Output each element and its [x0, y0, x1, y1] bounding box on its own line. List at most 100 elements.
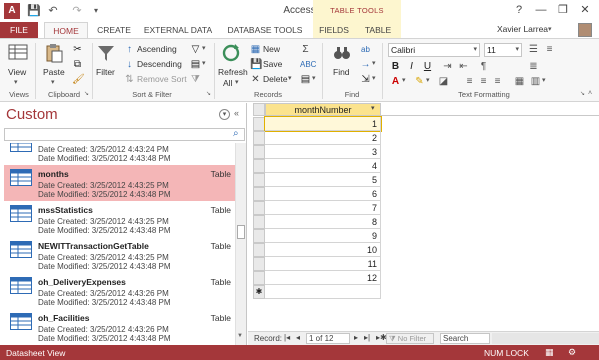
- bold-button[interactable]: B: [390, 61, 401, 72]
- minimize-button[interactable]: —: [530, 2, 552, 18]
- row-selector[interactable]: [253, 159, 265, 173]
- remove-sort-button[interactable]: Remove Sort: [137, 74, 187, 84]
- toggle-filter-icon[interactable]: ⧩: [190, 74, 201, 85]
- view-dropdown-icon[interactable]: ▾: [14, 78, 18, 86]
- user-dropdown-icon[interactable]: ▾: [548, 25, 552, 33]
- underline-button[interactable]: U: [422, 61, 433, 72]
- tab-table[interactable]: TABLE: [360, 22, 396, 38]
- more-icon[interactable]: ▤: [300, 74, 311, 85]
- list-item[interactable]: Date Created: 3/25/2012 4:43:24 PM Date …: [4, 143, 235, 165]
- refresh-label[interactable]: Refresh: [218, 67, 248, 77]
- paste-dropdown-icon[interactable]: ▾: [51, 78, 55, 86]
- new-row-cell[interactable]: [265, 285, 381, 299]
- last-record-icon[interactable]: ▸|: [364, 333, 370, 342]
- tab-home[interactable]: HOME: [44, 22, 88, 39]
- dialog-launcher-icon[interactable]: ↘: [206, 90, 211, 97]
- first-record-icon[interactable]: |◂: [284, 333, 290, 342]
- dialog-launcher-icon[interactable]: ↘: [84, 90, 89, 97]
- nav-menu-icon[interactable]: ▾: [219, 109, 230, 120]
- datasheet-view-icon[interactable]: ▦: [545, 347, 554, 358]
- tab-create[interactable]: CREATE: [92, 22, 136, 38]
- table-cell[interactable]: 8: [265, 215, 381, 229]
- refresh-all-label[interactable]: All: [223, 78, 232, 88]
- row-selector[interactable]: [253, 243, 265, 257]
- new-row-marker[interactable]: ✱: [253, 285, 265, 299]
- view-button[interactable]: [8, 43, 28, 65]
- indent-icon[interactable]: ⇥: [442, 61, 453, 72]
- outdent-icon[interactable]: ⇤: [458, 61, 469, 72]
- gridlines-icon[interactable]: ▦: [514, 76, 525, 87]
- ltr-icon[interactable]: ¶: [478, 61, 489, 72]
- totals-icon[interactable]: Σ: [300, 44, 311, 55]
- design-view-icon[interactable]: ⚙: [568, 347, 576, 358]
- row-selector[interactable]: [253, 229, 265, 243]
- align-right-icon[interactable]: ≡: [492, 76, 503, 87]
- shutter-bar-close-icon[interactable]: «: [234, 108, 239, 118]
- collapse-ribbon-icon[interactable]: ˄: [588, 90, 592, 97]
- table-cell[interactable]: 3: [265, 145, 381, 159]
- column-header[interactable]: monthNumber: [265, 103, 381, 116]
- go-to-icon[interactable]: →: [360, 59, 371, 70]
- table-cell[interactable]: 5: [265, 173, 381, 187]
- user-name[interactable]: Xavier Larrea: [497, 24, 548, 34]
- nav-pane-title[interactable]: Custom: [6, 106, 58, 123]
- filter-button[interactable]: [96, 43, 116, 65]
- selection-filter-icon[interactable]: ▽: [190, 44, 201, 55]
- horizontal-scrollbar[interactable]: [492, 333, 599, 344]
- select-icon[interactable]: ⇲: [360, 74, 371, 85]
- advanced-filter-icon[interactable]: ▤: [190, 59, 201, 70]
- copy-icon[interactable]: ⧉: [72, 59, 83, 70]
- italic-button[interactable]: I: [406, 61, 417, 72]
- column-dropdown-icon[interactable]: ▾: [371, 104, 375, 112]
- close-button[interactable]: ✕: [574, 2, 596, 18]
- list-item[interactable]: oh_Facilities Table Date Created: 3/25/2…: [4, 309, 235, 345]
- tab-external-data[interactable]: EXTERNAL DATA: [140, 22, 216, 38]
- alt-row-color-icon[interactable]: ▥: [530, 76, 541, 87]
- prev-record-icon[interactable]: ◂: [296, 333, 300, 342]
- select-dropdown-icon[interactable]: ▾: [372, 74, 376, 82]
- paste-label[interactable]: Paste: [43, 67, 65, 77]
- filter-label[interactable]: Filter: [96, 67, 115, 77]
- more-dropdown-icon[interactable]: ▾: [312, 74, 316, 82]
- font-color-dropdown-icon[interactable]: ▾: [402, 76, 406, 84]
- paste-button[interactable]: [44, 43, 64, 65]
- avatar[interactable]: [578, 23, 592, 37]
- new-button[interactable]: New: [263, 44, 280, 54]
- filter-indicator[interactable]: ⧩ No Filter: [386, 333, 434, 344]
- advanced-dropdown-icon[interactable]: ▾: [202, 59, 206, 67]
- table-cell[interactable]: 9: [265, 229, 381, 243]
- bullets-icon[interactable]: ☰: [528, 44, 539, 55]
- scrollbar-thumb[interactable]: [237, 225, 245, 239]
- font-size-select[interactable]: 11 ▾: [484, 43, 522, 57]
- table-cell[interactable]: 6: [265, 187, 381, 201]
- nav-search-input[interactable]: [4, 128, 245, 141]
- row-selector[interactable]: [253, 131, 265, 145]
- replace-icon[interactable]: ab: [360, 44, 371, 55]
- row-selector[interactable]: [253, 201, 265, 215]
- tab-file[interactable]: FILE: [0, 22, 38, 38]
- refresh-dropdown-icon[interactable]: ▾: [235, 78, 239, 86]
- nav-scrollbar[interactable]: ▼: [235, 143, 246, 345]
- list-item[interactable]: NEWITTransactionGetTable Table Date Crea…: [4, 237, 235, 273]
- row-selector[interactable]: [253, 187, 265, 201]
- list-item[interactable]: oh_DeliveryExpenses Table Date Created: …: [4, 273, 235, 309]
- select-all-box[interactable]: [253, 103, 265, 116]
- align-left-icon[interactable]: ≡: [464, 76, 475, 87]
- selection-dropdown-icon[interactable]: ▾: [202, 44, 206, 52]
- row-selector[interactable]: [253, 257, 265, 271]
- dialog-launcher-icon[interactable]: ↘: [580, 90, 585, 97]
- row-selector[interactable]: [253, 145, 265, 159]
- refresh-all-button[interactable]: [221, 43, 241, 65]
- scroll-down-icon[interactable]: ▼: [237, 333, 243, 339]
- highlight-icon[interactable]: ✎: [414, 76, 425, 87]
- alt-row-dropdown-icon[interactable]: ▾: [542, 76, 546, 84]
- record-search-input[interactable]: Search: [440, 333, 490, 344]
- search-icon[interactable]: ⌕: [233, 128, 239, 139]
- table-cell[interactable]: 12: [265, 271, 381, 285]
- find-button[interactable]: [332, 43, 352, 65]
- descending-button[interactable]: Descending: [137, 59, 182, 69]
- row-selector[interactable]: [253, 215, 265, 229]
- spelling-icon[interactable]: ABC: [300, 59, 316, 70]
- delete-dropdown-icon[interactable]: ▾: [288, 74, 292, 82]
- align-icon[interactable]: ≣: [528, 61, 539, 72]
